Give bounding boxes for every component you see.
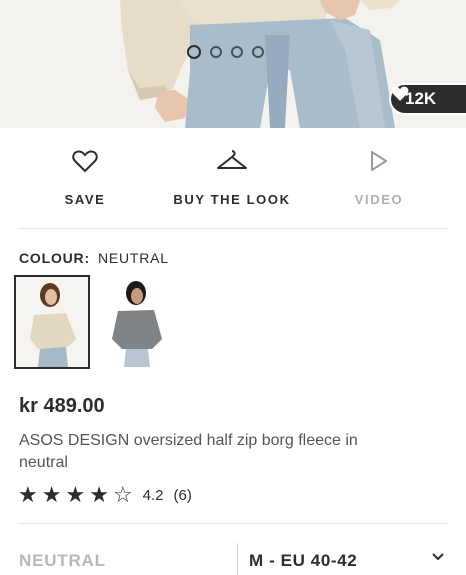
star-icon: ★ <box>65 482 86 507</box>
star-icon: ★ <box>89 482 109 507</box>
product-image-carousel[interactable]: 12K <box>0 0 466 128</box>
carousel-dot[interactable] <box>231 46 243 58</box>
buy-the-look-label: BUY THE LOOK <box>173 192 291 207</box>
product-price: kr 489.00 <box>19 395 105 417</box>
chevron-down-icon[interactable] <box>432 553 444 561</box>
product-actions: SAVE BUY THE LOOK VIDEO <box>0 146 466 216</box>
buy-the-look-button[interactable]: BUY THE LOOK <box>162 146 302 207</box>
likes-count: 12K <box>405 89 437 108</box>
colour-selector[interactable]: NEUTRAL <box>19 551 106 571</box>
save-label: SAVE <box>64 192 106 207</box>
size-selector[interactable]: M - EU 40-42 <box>249 551 357 571</box>
variant-selectors: NEUTRAL M - EU 40-42 <box>0 543 466 575</box>
hanger-icon <box>217 150 247 169</box>
selector-separator <box>237 543 238 575</box>
star-icon: ★ <box>18 482 38 507</box>
heart-icon <box>72 150 98 173</box>
save-button[interactable]: SAVE <box>15 146 155 207</box>
star-empty-icon: ☆ <box>112 482 133 507</box>
carousel-dot[interactable] <box>210 46 222 58</box>
swatch-grey[interactable] <box>100 277 172 367</box>
play-icon <box>371 151 387 171</box>
product-title: ASOS DESIGN oversized half zip borg flee… <box>19 432 358 471</box>
likes-badge[interactable]: 12K <box>389 83 466 115</box>
star-icon: ★ <box>41 482 62 507</box>
divider <box>18 228 448 229</box>
video-button[interactable]: VIDEO <box>309 146 449 207</box>
video-label: VIDEO <box>354 192 404 207</box>
carousel-dots <box>187 45 264 59</box>
divider <box>18 523 448 524</box>
colour-row: COLOUR: NEUTRAL <box>19 250 169 266</box>
swatch-neutral[interactable] <box>14 275 90 369</box>
colour-value: NEUTRAL <box>97 250 169 266</box>
colour-swatches <box>14 275 172 369</box>
product-rating[interactable]: ★ ★ ★ ★ ☆ 4.2 (6) <box>18 484 192 506</box>
heart-filled-icon <box>391 86 409 101</box>
colour-key: COLOUR: <box>19 250 90 266</box>
rating-value: 4.2 <box>142 486 164 504</box>
rating-count: (6) <box>173 486 192 504</box>
carousel-dot-active[interactable] <box>187 45 201 59</box>
carousel-dot[interactable] <box>252 46 264 58</box>
